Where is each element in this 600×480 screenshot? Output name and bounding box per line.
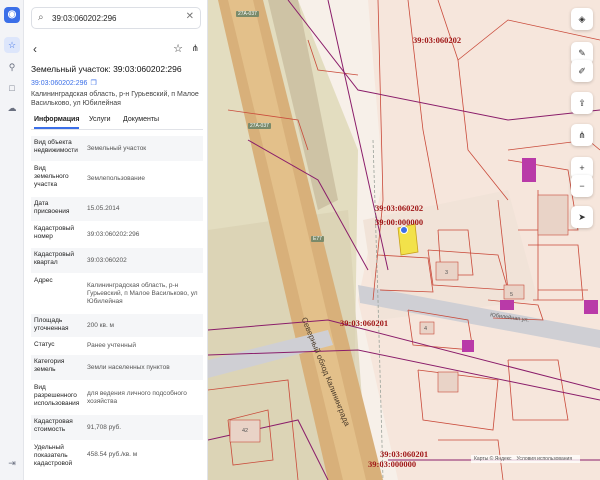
cloud-icon[interactable]: ☁ xyxy=(4,100,20,116)
info-row: Адрес Калининградская область, р-н Гурьев… xyxy=(31,274,203,314)
cadastral-label: 39:00:000000 xyxy=(375,217,424,227)
logout-icon[interactable]: ⇥ xyxy=(4,455,20,471)
panel-toolbar: ‹ ☆ ⋔ xyxy=(31,42,201,58)
info-value: 39:03:060202:296 xyxy=(87,230,140,238)
info-value: Земельный участок xyxy=(87,144,147,152)
share-icon[interactable]: ⋔ xyxy=(191,43,199,54)
cadastral-label: 39:03:060202 xyxy=(375,203,424,213)
tab-bar: Информация Услуги Документы xyxy=(31,114,203,130)
object-title: Земельный участок: 39:03:060202:296 xyxy=(31,64,182,74)
info-key: Дата присвоения xyxy=(34,200,70,215)
favorite-icon[interactable]: ☆ xyxy=(173,42,183,55)
info-key: Кадастровый квартал xyxy=(34,251,75,266)
info-table: Вид объекта недвижимости Земельный участо… xyxy=(31,136,203,469)
info-key: Удельный показатель кадастровой xyxy=(34,444,73,467)
object-address: Калининградская область, р-н Гурьевский,… xyxy=(31,91,199,107)
tab-info[interactable]: Информация xyxy=(34,116,80,129)
info-key: Вид объекта недвижимости xyxy=(34,139,78,154)
locate-icon[interactable]: ➤ xyxy=(571,206,593,228)
cadastral-label: 39:03:060201 xyxy=(380,449,429,459)
road-shield: Е77 xyxy=(311,236,324,242)
credits-copyright[interactable]: Карты © Яндекс xyxy=(474,456,512,462)
house-number: 4 xyxy=(424,326,428,332)
info-row: Вид разрешенного использования для ведени… xyxy=(31,381,203,415)
copy-icon[interactable]: ❐ xyxy=(90,80,96,87)
cadastral-link[interactable]: 39:03:060202:296 ❐ xyxy=(31,79,97,87)
info-value: для ведения личного подсобного хозяйства xyxy=(87,389,187,405)
cadastral-label: 39:03:060201 xyxy=(340,318,389,328)
info-key: Вид разрешенного использования xyxy=(34,384,80,407)
search-input[interactable] xyxy=(52,12,182,25)
cadastral-map[interactable]: 27А-037 27А-037 Е77 39:03:060202 39:03:0… xyxy=(208,0,600,480)
map-share-icon[interactable]: ⋔ xyxy=(571,124,593,146)
map-credits: Карты © Яндекс Условия использования xyxy=(471,455,581,463)
tab-services[interactable]: Услуги xyxy=(89,116,111,123)
info-row: Статус Ранее учтенный xyxy=(31,338,203,355)
info-value: 458.54 руб./кв. м xyxy=(87,450,138,458)
upload-icon[interactable]: ⇪ xyxy=(571,92,593,114)
info-row: Кадастровый номер 39:03:060202:296 xyxy=(31,222,203,248)
road-shield: 27А-037 xyxy=(248,123,271,129)
house-number: 3 xyxy=(445,270,449,276)
info-panel: ⌕ ✕ ‹ ☆ ⋔ Земельный участок: 39:03:06020… xyxy=(24,0,208,480)
info-row: Кадастровый квартал 39:03:060202 xyxy=(31,248,203,274)
info-row: Категория земель Земли населенных пунктов xyxy=(31,355,203,381)
info-row: Вид объекта недвижимости Земельный участо… xyxy=(31,136,203,162)
info-value: Земли населенных пунктов xyxy=(87,363,170,371)
info-key: Категория земель xyxy=(34,358,65,373)
search-box: ⌕ ✕ xyxy=(31,7,201,29)
parcel-marker-icon[interactable] xyxy=(400,226,408,234)
layers-icon[interactable]: ◈ xyxy=(571,8,593,30)
back-icon[interactable]: ‹ xyxy=(33,42,37,56)
info-key: Кадастровый номер xyxy=(34,225,75,240)
info-key: Кадастровая стоимость xyxy=(34,418,73,433)
edit-icon[interactable]: ✐ xyxy=(571,60,593,82)
square-icon[interactable]: □ xyxy=(4,80,20,96)
credits-terms-link[interactable]: Условия использования xyxy=(517,456,573,462)
info-row: Удельный показатель кадастровой 458.54 ру… xyxy=(31,441,203,469)
info-value: Ранее учтенный xyxy=(87,342,136,349)
cadastral-label: 39:03:000000 xyxy=(368,459,417,469)
info-value: 39:03:060202 xyxy=(87,256,127,264)
house-number: 42 xyxy=(242,428,249,434)
app-logo-icon[interactable]: ◉ xyxy=(4,7,20,23)
cadastral-link-text[interactable]: 39:03:060202:296 xyxy=(31,80,87,87)
info-value: 91,708 руб. xyxy=(87,423,122,431)
info-row: Кадастровая стоимость 91,708 руб. xyxy=(31,415,203,441)
info-value: 200 кв. м xyxy=(87,321,115,329)
left-rail: ◉ ☆ ⚲ □ ☁ ⇥ xyxy=(0,0,24,480)
zoom-out-icon[interactable]: − xyxy=(571,175,593,197)
info-row: Вид земельного участка Землепользование xyxy=(31,162,203,197)
info-key: Статус xyxy=(34,341,55,348)
map-canvas[interactable] xyxy=(208,0,600,480)
info-key: Адрес xyxy=(34,277,53,284)
info-value: Землепользование xyxy=(87,175,145,182)
info-value: Калининградская область, р-н Гурьевский,… xyxy=(87,281,198,305)
info-row: Дата присвоения 15.05.2014 xyxy=(31,197,203,222)
tab-documents[interactable]: Документы xyxy=(123,116,159,123)
info-key: Площадь уточненная xyxy=(34,317,69,332)
info-value: 15.05.2014 xyxy=(87,205,120,212)
clear-search-icon[interactable]: ✕ xyxy=(186,11,194,22)
pin-icon[interactable]: ⚲ xyxy=(4,59,20,75)
info-key: Вид земельного участка xyxy=(34,165,69,188)
house-number: 5 xyxy=(510,292,514,298)
star-icon[interactable]: ☆ xyxy=(4,37,20,53)
info-row: Площадь уточненная 200 кв. м xyxy=(31,314,203,338)
road-shield: 27А-037 xyxy=(236,11,259,17)
search-icon[interactable]: ⌕ xyxy=(38,12,44,23)
cadastral-label: 39:03:060202 xyxy=(413,35,462,45)
